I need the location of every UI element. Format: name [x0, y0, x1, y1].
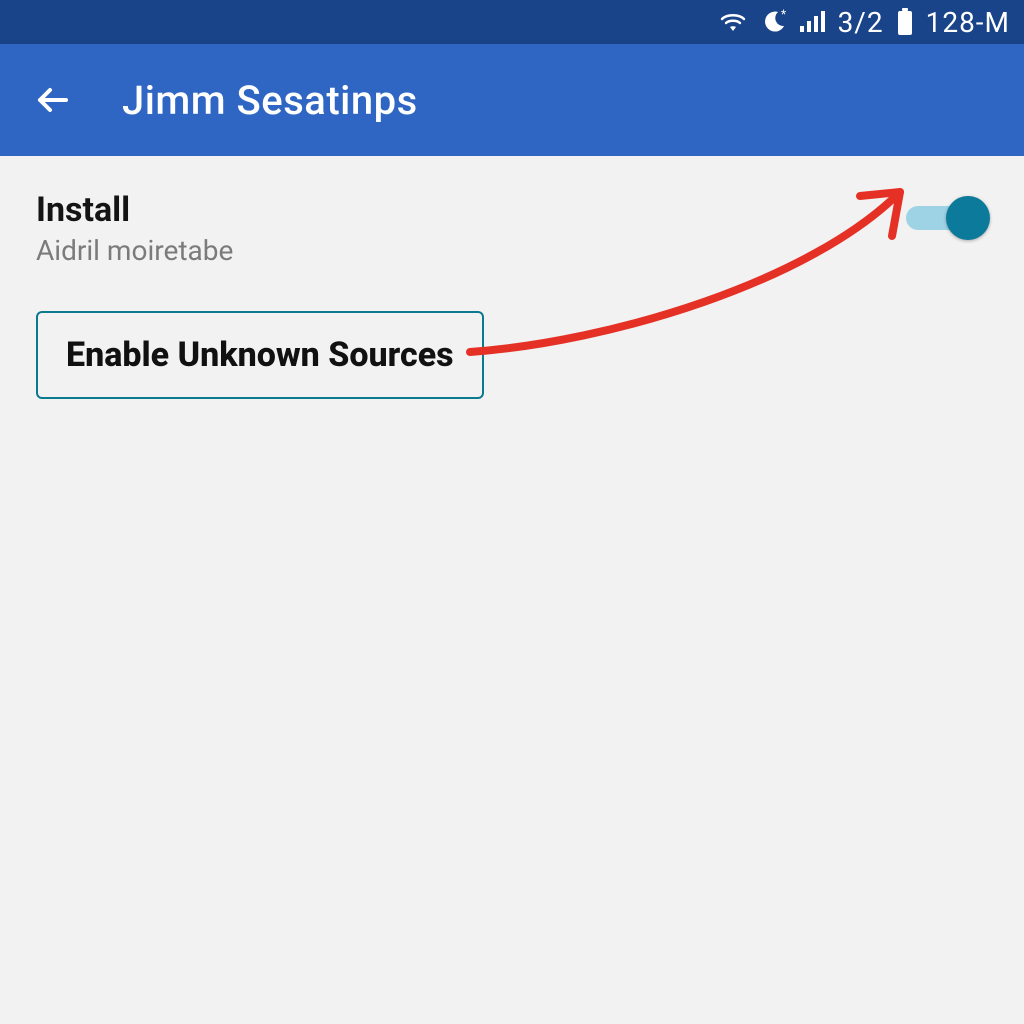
setting-title: Install	[36, 190, 233, 230]
battery-icon	[896, 8, 914, 36]
setting-subtitle: Aidril moiretabe	[36, 234, 233, 267]
page-title: Jimm Sesatinps	[122, 77, 418, 124]
svg-text:*: *	[781, 8, 786, 21]
app-bar: Jimm Sesatinps	[0, 44, 1024, 156]
cellular-signal-icon	[800, 10, 826, 34]
dnd-moon-icon: *	[760, 8, 788, 36]
status-right-text: 128-M	[926, 6, 1010, 39]
status-bar: * 3/2 128-M	[0, 0, 1024, 44]
toggle-thumb	[946, 196, 990, 240]
callout-label: Enable Unknown Sources	[66, 335, 454, 375]
sim-indicator: 3/2	[838, 6, 884, 39]
setting-text: Install Aidril moiretabe	[36, 190, 233, 267]
wifi-icon	[718, 10, 748, 34]
arrow-left-icon	[32, 80, 72, 120]
settings-content: Install Aidril moiretabe Enable Unknown …	[0, 156, 1024, 1024]
back-button[interactable]	[30, 78, 74, 122]
callout-enable-unknown-sources: Enable Unknown Sources	[36, 311, 484, 399]
setting-row-install[interactable]: Install Aidril moiretabe	[36, 190, 988, 267]
install-toggle[interactable]	[902, 196, 988, 240]
